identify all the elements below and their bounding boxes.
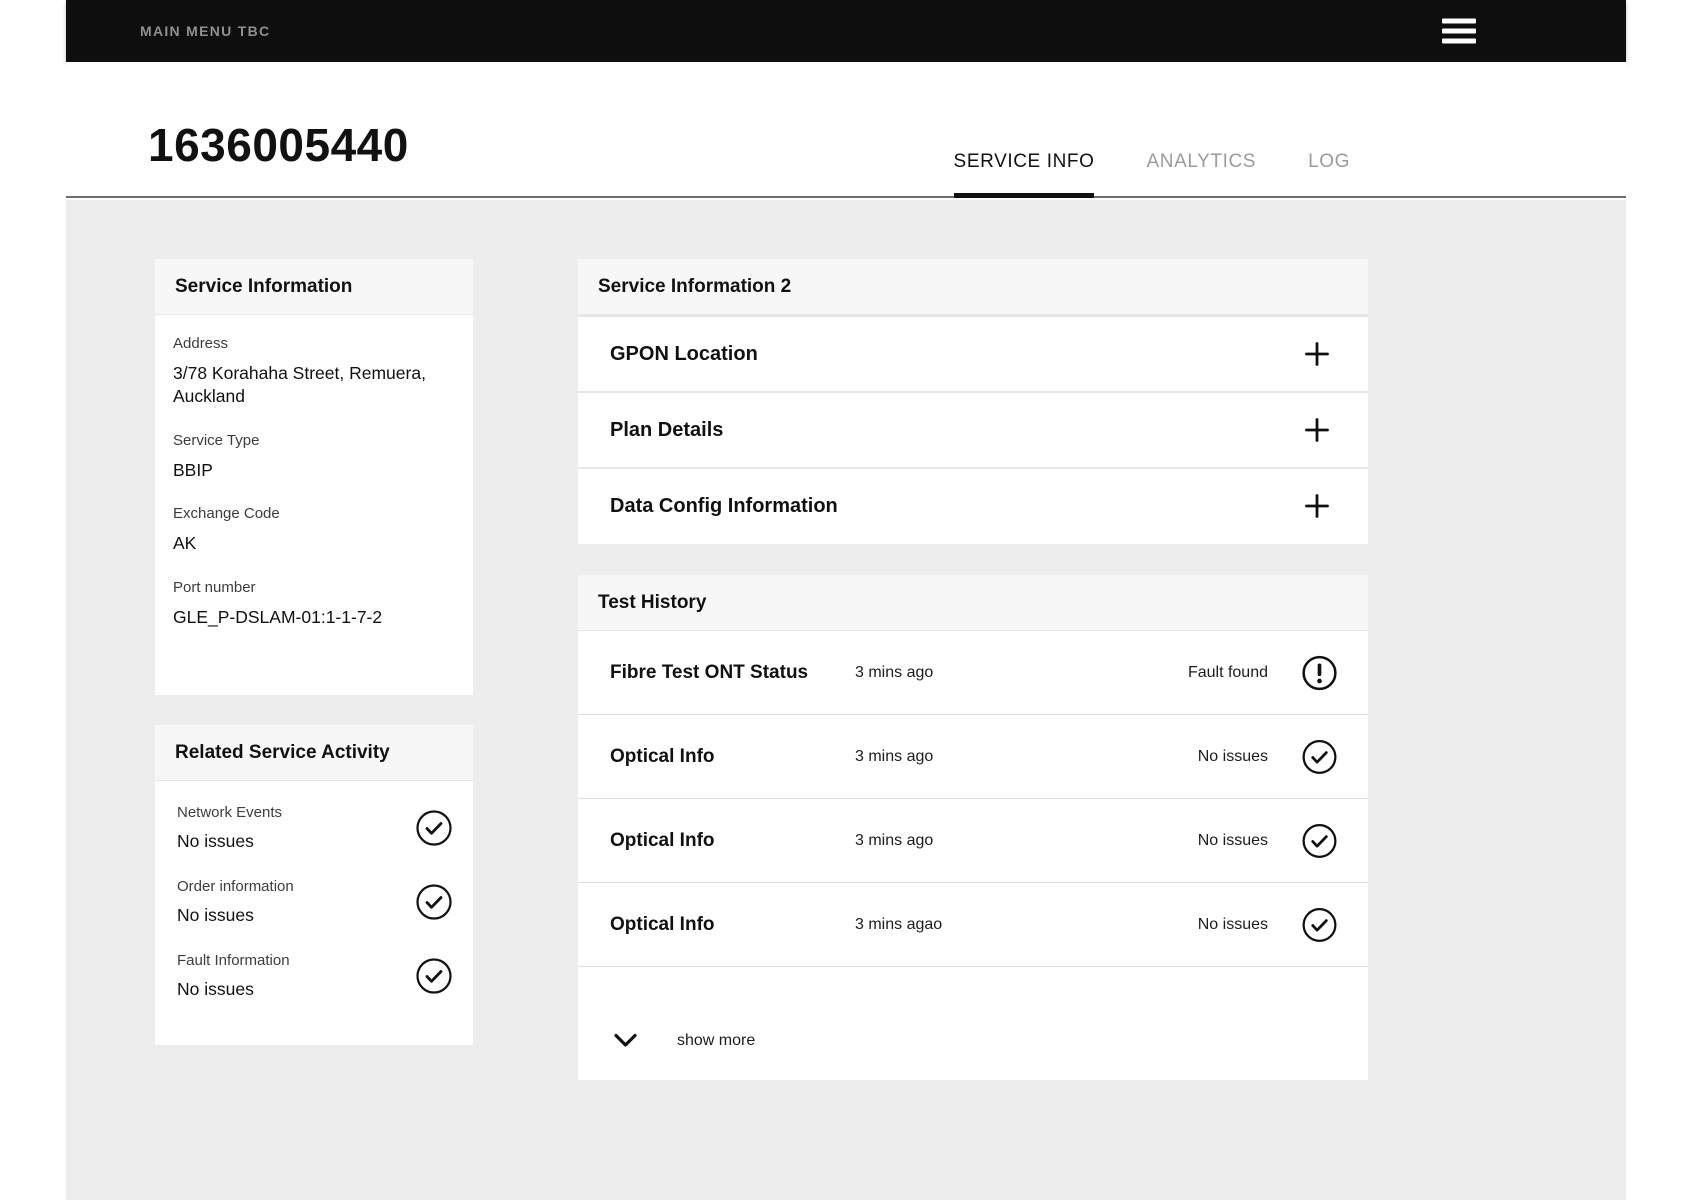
main-menu-label: MAIN MENU TBC xyxy=(140,23,271,39)
chevron-down-icon xyxy=(614,1033,637,1047)
service-information-2-card: Service Information 2 GPON Location Plan… xyxy=(578,259,1368,544)
related-service-activity-body: Network Events No issues Order informati… xyxy=(155,781,473,1029)
plus-icon[interactable] xyxy=(1304,341,1330,367)
test-row-optical-info[interactable]: Optical Info 3 mins agao No issues xyxy=(578,883,1368,967)
activity-status: No issues xyxy=(177,979,254,999)
test-name: Optical Info xyxy=(610,745,715,767)
field-label: Exchange Code xyxy=(173,505,280,523)
hamburger-bar xyxy=(1442,38,1476,44)
activity-label: Fault Information xyxy=(177,952,290,969)
test-status: Fault found xyxy=(1187,663,1268,681)
page-title: 1636005440 xyxy=(148,119,409,171)
check-circle-icon xyxy=(1302,739,1337,774)
field-label: Service Type xyxy=(173,431,260,449)
alert-circle-icon xyxy=(1302,655,1337,690)
service-information-card: Service Information Address 3/78 Korahah… xyxy=(155,259,473,695)
page: MAIN MENU TBC 1636005440 SERVICE INFO AN… xyxy=(0,0,1692,1200)
activity-item-network-events[interactable]: Network Events No issues xyxy=(173,791,455,865)
show-more-button[interactable]: show more xyxy=(612,1027,755,1054)
plus-icon[interactable] xyxy=(1304,417,1330,443)
field-value: 3/78 Korahaha Street, Remuera, Auckland xyxy=(173,363,426,406)
field-value: AK xyxy=(173,533,197,554)
activity-status: No issues xyxy=(177,831,254,851)
test-status: No issues xyxy=(1197,915,1268,933)
test-time: 3 mins ago xyxy=(855,831,934,849)
plus-icon[interactable] xyxy=(1304,493,1330,519)
test-row-optical-info[interactable]: Optical Info 3 mins ago No issues xyxy=(578,799,1368,883)
accordion-plan-details[interactable]: Plan Details xyxy=(578,391,1368,467)
hamburger-bar xyxy=(1442,18,1476,24)
field-service-type: Service Type BBIP xyxy=(173,432,455,482)
show-more-label: show more xyxy=(677,1031,756,1049)
accordion-gpon-location[interactable]: GPON Location xyxy=(578,315,1368,391)
related-service-activity-title: Related Service Activity xyxy=(155,725,473,781)
test-name: Fibre Test ONT Status xyxy=(610,661,809,683)
activity-label: Network Events xyxy=(177,804,283,821)
field-value: GLE_P-DSLAM-01:1-1-7-2 xyxy=(173,607,383,627)
check-circle-icon xyxy=(1302,907,1337,942)
field-address: Address 3/78 Korahaha Street, Remuera, A… xyxy=(173,335,455,408)
check-circle-icon xyxy=(416,810,452,846)
hamburger-menu-icon[interactable] xyxy=(1442,18,1476,44)
tab-bar: SERVICE INFO ANALYTICS LOG xyxy=(953,151,1350,198)
field-label: Address xyxy=(173,335,229,352)
check-circle-icon xyxy=(416,958,452,994)
accordion-label: Data Config Information xyxy=(610,494,838,517)
test-name: Optical Info xyxy=(610,829,715,851)
check-circle-icon xyxy=(416,884,452,920)
service-information-title: Service Information xyxy=(155,259,473,315)
test-time: 3 mins ago xyxy=(855,663,934,681)
test-row-fibre-test-ont-status[interactable]: Fibre Test ONT Status 3 mins ago Fault f… xyxy=(578,631,1368,715)
test-time: 3 mins ago xyxy=(855,747,934,765)
field-label: Port number xyxy=(173,579,256,596)
tab-analytics[interactable]: ANALYTICS xyxy=(1146,151,1256,198)
test-row-optical-info[interactable]: Optical Info 3 mins ago No issues xyxy=(578,715,1368,799)
activity-item-order-information[interactable]: Order information No issues xyxy=(173,865,455,939)
field-port-number: Port number GLE_P-DSLAM-01:1-1-7-2 xyxy=(173,579,455,629)
tab-service-info[interactable]: SERVICE INFO xyxy=(953,151,1095,198)
test-name: Optical Info xyxy=(610,913,715,935)
field-value: BBIP xyxy=(173,459,213,480)
service-information-body: Address 3/78 Korahaha Street, Remuera, A… xyxy=(155,315,473,673)
hamburger-bar xyxy=(1442,28,1476,34)
test-status: No issues xyxy=(1197,747,1268,765)
test-time: 3 mins agao xyxy=(855,915,943,933)
main-content: Service Information Address 3/78 Korahah… xyxy=(66,200,1626,1200)
accordion-label: GPON Location xyxy=(610,342,758,365)
service-information-2-title: Service Information 2 xyxy=(578,259,1368,315)
test-history-card: Test History Fibre Test ONT Status 3 min… xyxy=(578,575,1368,1080)
test-history-title: Test History xyxy=(578,575,1368,631)
test-status: No issues xyxy=(1197,831,1268,849)
check-circle-icon xyxy=(1302,823,1337,858)
accordion-data-config-information[interactable]: Data Config Information xyxy=(578,467,1368,543)
activity-status: No issues xyxy=(177,905,254,925)
top-bar: MAIN MENU TBC xyxy=(66,0,1626,62)
field-exchange-code: Exchange Code AK xyxy=(173,505,455,555)
activity-label: Order information xyxy=(177,878,294,895)
related-service-activity-card: Related Service Activity Network Events … xyxy=(155,725,473,1045)
page-header: 1636005440 SERVICE INFO ANALYTICS LOG xyxy=(66,62,1626,198)
accordion-label: Plan Details xyxy=(610,418,724,441)
activity-item-fault-information[interactable]: Fault Information No issues xyxy=(173,939,455,1013)
tab-log[interactable]: LOG xyxy=(1308,151,1350,198)
